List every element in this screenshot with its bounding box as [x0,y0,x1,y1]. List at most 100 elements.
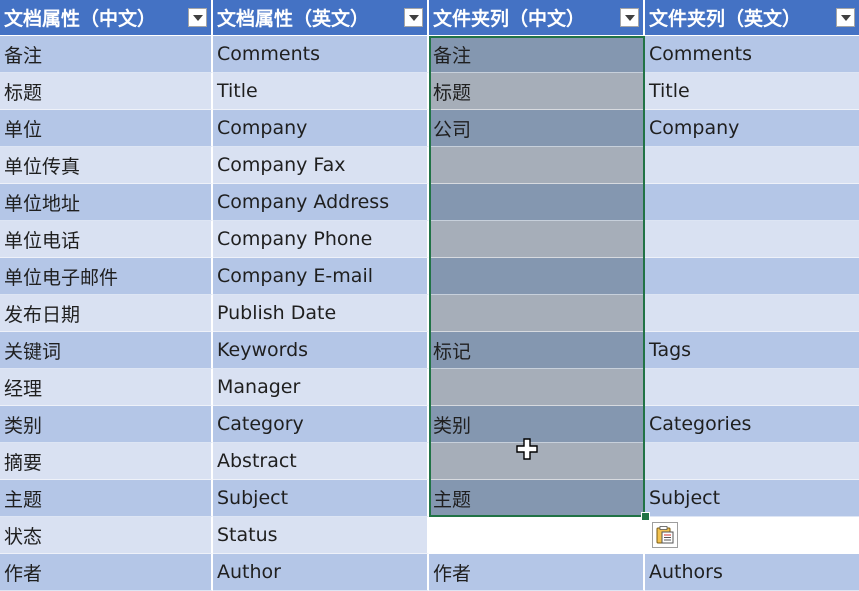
table-cell[interactable]: Status [213,517,429,554]
cell-text: 单位地址 [4,192,81,215]
cell-text: 单位电话 [4,229,81,252]
table-cell[interactable]: 标题 [429,73,645,110]
cell-text: Company [217,117,308,139]
table-cell[interactable]: Tags [645,332,859,369]
cell-text: Category [217,413,304,435]
cell-text: 标记 [433,340,472,363]
table-cell[interactable] [645,517,859,554]
header-label: 文档属性（英文） [217,8,370,30]
table-cell[interactable]: 标题 [0,73,213,110]
table-cell[interactable]: 主题 [429,480,645,517]
cell-text: Title [217,80,258,102]
table-cell[interactable]: 单位地址 [0,184,213,221]
table-cell[interactable] [429,443,645,480]
table-cell[interactable]: 发布日期 [0,295,213,332]
table-cell[interactable]: 状态 [0,517,213,554]
table-cell[interactable]: Category [213,406,429,443]
header-cell[interactable]: 文件夹列（中文） [429,0,645,36]
table-cell[interactable]: 公司 [429,110,645,147]
table-cell[interactable]: 类别 [0,406,213,443]
table-cell[interactable]: Subject [213,480,429,517]
header-label: 文档属性（中文） [4,8,157,30]
cell-text: Company [649,117,740,139]
table-cell[interactable]: Company Address [213,184,429,221]
table-cell[interactable]: 单位电子邮件 [0,258,213,295]
table-cell[interactable]: Company Phone [213,221,429,258]
cell-text: 关键词 [4,340,62,363]
cell-text: 摘要 [4,451,43,474]
header-cell[interactable]: 文件夹列（英文） [645,0,859,36]
cell-text: 单位 [4,118,43,141]
table-cell[interactable]: Categories [645,406,859,443]
table-cell[interactable]: Publish Date [213,295,429,332]
cell-text: 标题 [433,81,472,104]
cell-text: Tags [649,339,692,361]
table-cell[interactable]: 主题 [0,480,213,517]
fill-handle[interactable] [641,512,650,521]
table-cell[interactable]: 单位电话 [0,221,213,258]
table-cell[interactable]: Subject [645,480,859,517]
table-cell[interactable]: 关键词 [0,332,213,369]
table-cell[interactable]: 经理 [0,369,213,406]
table-cell[interactable] [429,258,645,295]
paste-options-icon[interactable] [652,522,678,548]
cell-text: Comments [649,43,752,65]
table-cell[interactable]: 备注 [0,36,213,73]
table-cell[interactable]: Company Fax [213,147,429,184]
table-cell[interactable] [429,147,645,184]
table-cell[interactable]: 类别 [429,406,645,443]
header-cell[interactable]: 文档属性（中文） [0,0,213,36]
table-cell[interactable] [429,369,645,406]
table-cell[interactable] [645,295,859,332]
table-cell[interactable] [645,369,859,406]
table-cell[interactable] [429,517,645,554]
cell-text: Company Address [217,191,390,213]
table-cell[interactable]: 作者 [429,554,645,591]
table-cell[interactable]: 标记 [429,332,645,369]
cell-text: 作者 [4,562,43,585]
table-cell[interactable] [429,221,645,258]
table-cell[interactable]: 作者 [0,554,213,591]
cell-text: 公司 [433,118,472,141]
table-cell[interactable]: Company [213,110,429,147]
cell-text: 主题 [433,488,472,511]
table-cell[interactable]: 单位 [0,110,213,147]
table-cell[interactable] [429,295,645,332]
spreadsheet-table: 文档属性（中文） 文档属性（英文） 文件夹列（中文） 文件夹列（英文） 备注 Co… [0,0,859,591]
table-cell[interactable] [645,443,859,480]
cell-text: Comments [217,43,320,65]
chevron-down-icon[interactable] [404,8,423,27]
table-cell[interactable]: Author [213,554,429,591]
table-cell[interactable]: 摘要 [0,443,213,480]
table-cell[interactable]: Company [645,110,859,147]
table-cell[interactable] [645,147,859,184]
table-cell[interactable] [429,184,645,221]
table-cell[interactable]: 备注 [429,36,645,73]
cell-text: Author [217,561,281,583]
cell-text: Categories [649,413,752,435]
cell-text: Company E-mail [217,265,373,287]
cell-text: 主题 [4,488,43,511]
table-cell[interactable] [645,184,859,221]
cell-text: 发布日期 [4,303,81,326]
chevron-down-icon[interactable] [620,8,639,27]
table-cell[interactable]: Title [645,73,859,110]
chevron-down-icon[interactable] [836,8,855,27]
table-cell[interactable] [645,258,859,295]
table-cell[interactable]: Company E-mail [213,258,429,295]
table-cell[interactable] [645,221,859,258]
cell-text: 单位电子邮件 [4,266,119,289]
table-cell[interactable]: Manager [213,369,429,406]
table-cell[interactable]: Comments [213,36,429,73]
table-cell[interactable]: Comments [645,36,859,73]
header-label: 文件夹列（英文） [649,8,802,30]
table-cell[interactable]: 单位传真 [0,147,213,184]
cell-text: 状态 [4,525,43,548]
header-cell[interactable]: 文档属性（英文） [213,0,429,36]
table-cell[interactable]: Authors [645,554,859,591]
table-cell[interactable]: Keywords [213,332,429,369]
chevron-down-icon[interactable] [188,8,207,27]
table-cell[interactable]: Abstract [213,443,429,480]
table-cell[interactable]: Title [213,73,429,110]
cell-text: Subject [649,487,721,509]
